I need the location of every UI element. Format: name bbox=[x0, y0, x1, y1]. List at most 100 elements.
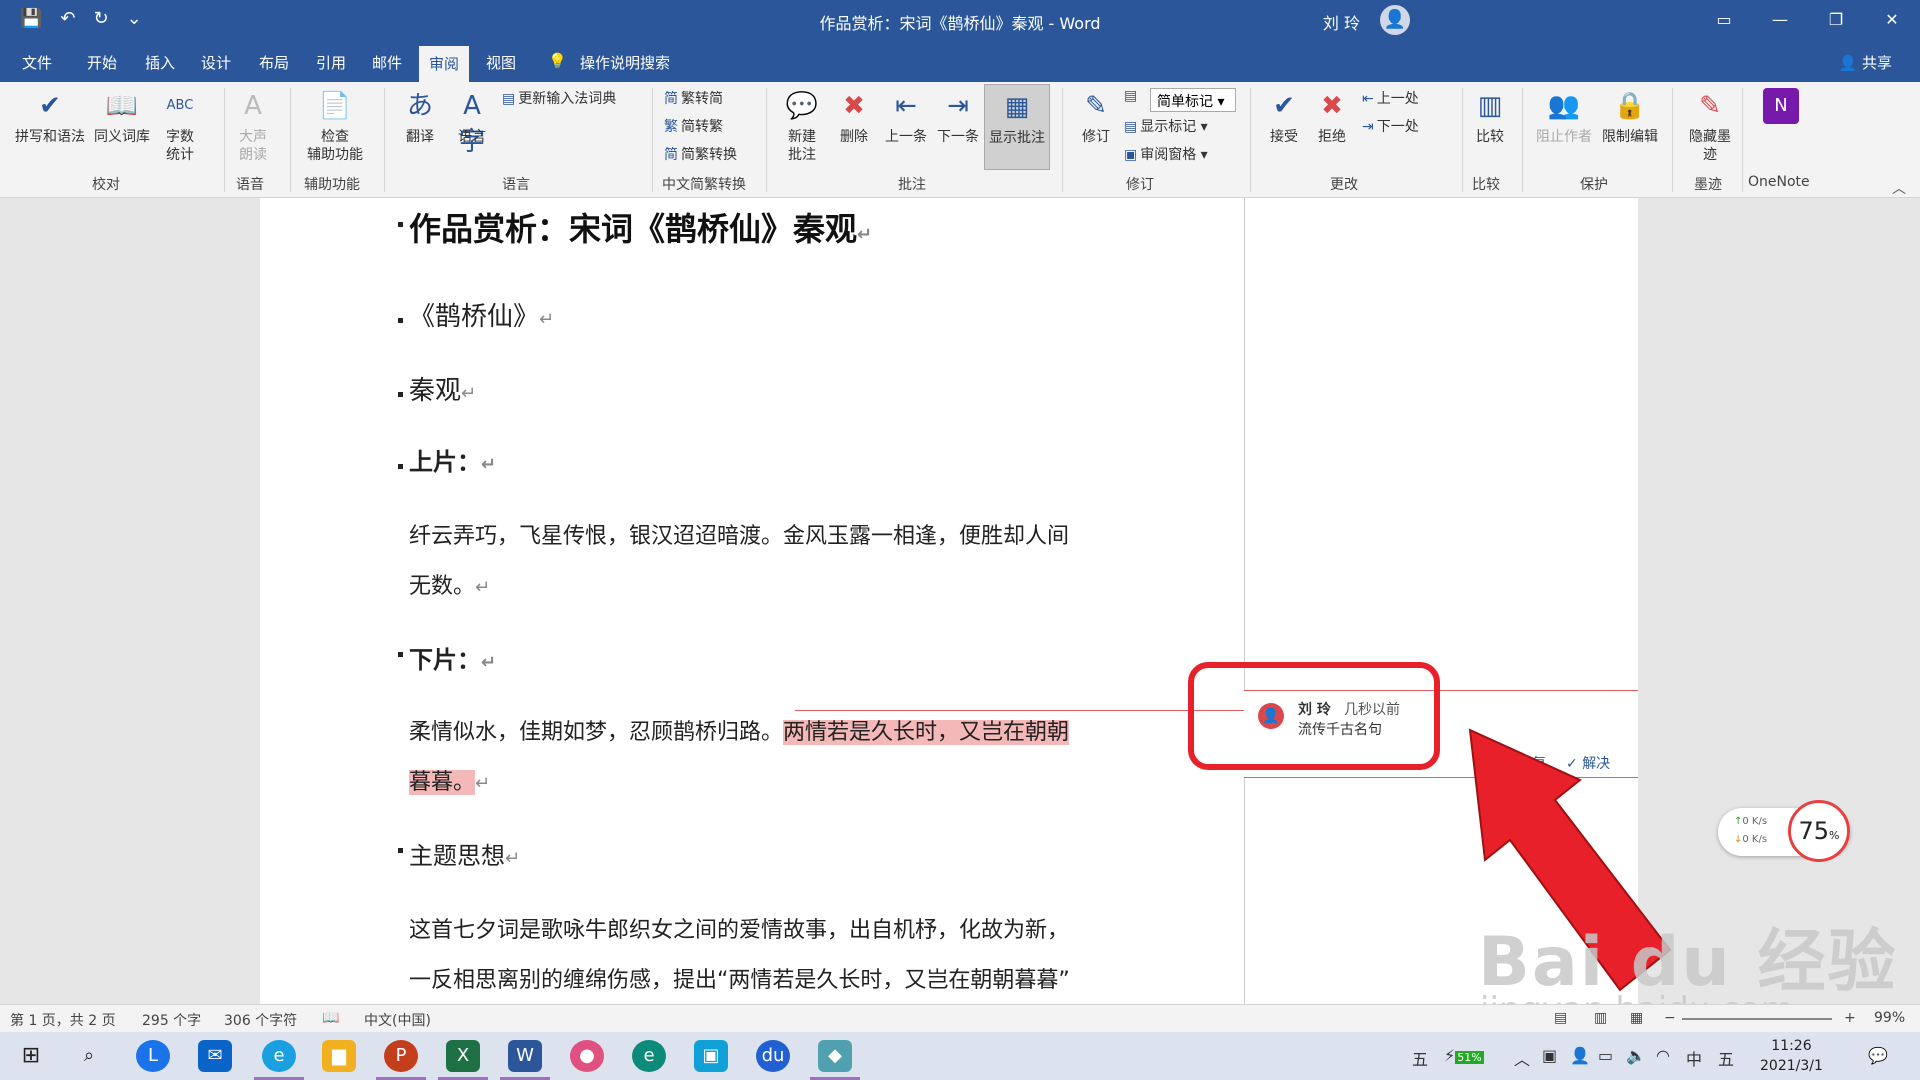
mail-icon[interactable]: ✉ bbox=[198, 1040, 232, 1072]
body-paragraph[interactable]: 暮暮。↵ bbox=[409, 764, 490, 796]
tab-layout[interactable]: 布局 bbox=[259, 52, 289, 73]
restore-icon[interactable]: ❐ bbox=[1808, 0, 1864, 40]
language-button[interactable]: A字 语言 bbox=[448, 88, 496, 157]
reviewing-pane-button[interactable]: ▣ 审阅窗格 ▾ bbox=[1124, 144, 1208, 164]
read-mode-icon[interactable]: ▤ bbox=[1554, 1010, 1567, 1026]
tab-design[interactable]: 设计 bbox=[201, 52, 231, 73]
user-name[interactable]: 刘 玲 bbox=[1323, 10, 1360, 34]
proofing-icon[interactable]: 📖 bbox=[322, 1010, 339, 1026]
tell-me-search[interactable]: 操作说明搜索 bbox=[580, 52, 670, 73]
restrict-editing-button[interactable]: 🔒 限制编辑 bbox=[1598, 88, 1662, 146]
ime-mode[interactable]: 五 bbox=[1412, 1046, 1428, 1070]
zoom-level[interactable]: 99% bbox=[1874, 1010, 1905, 1026]
word-count-button[interactable]: ABC 字数 统计 bbox=[160, 88, 200, 164]
simp-to-trad-button[interactable]: 繁简转繁 bbox=[664, 116, 723, 136]
browser-e-icon[interactable]: e bbox=[262, 1040, 296, 1072]
body-paragraph[interactable]: 纤云弄巧，飞星传恨，银汉迢迢暗渡。金风玉露一相逢，便胜却人间 bbox=[409, 518, 1069, 550]
volume-icon[interactable]: 🔈 bbox=[1626, 1046, 1646, 1065]
delete-comment-button[interactable]: ✖ 删除 bbox=[830, 88, 878, 146]
edge-icon[interactable]: e bbox=[632, 1040, 666, 1072]
zoom-out-icon[interactable]: − bbox=[1664, 1010, 1676, 1026]
track-changes-button[interactable]: ✎ 修订 bbox=[1074, 88, 1118, 146]
tab-mailings[interactable]: 邮件 bbox=[372, 52, 402, 73]
tray-user-icon[interactable]: 👤 bbox=[1570, 1046, 1590, 1065]
zoom-slider[interactable] bbox=[1682, 1018, 1832, 1020]
print-layout-icon[interactable]: ▥ bbox=[1594, 1010, 1607, 1026]
battery-icon[interactable]: ⚡ 51% bbox=[1444, 1046, 1484, 1065]
screenshot-tool-icon[interactable]: ▣ bbox=[694, 1040, 728, 1072]
check-accessibility-button[interactable]: 📄 检查 辅助功能 bbox=[296, 88, 374, 164]
tab-home[interactable]: 开始 bbox=[87, 52, 117, 73]
chinese-conversion-button[interactable]: 简简繁转换 bbox=[664, 144, 737, 164]
char-count[interactable]: 306 个字符 bbox=[224, 1010, 297, 1030]
trad-to-simp-button[interactable]: 简繁转简 bbox=[664, 88, 723, 108]
word-count[interactable]: 295 个字 bbox=[142, 1010, 201, 1030]
memory-gauge[interactable]: 75% bbox=[1788, 800, 1850, 862]
chevron-up-icon[interactable]: ︿ bbox=[1514, 1046, 1530, 1070]
previous-change-button[interactable]: ⇤ 上一处 bbox=[1362, 88, 1419, 108]
web-layout-icon[interactable]: ▦ bbox=[1630, 1010, 1643, 1026]
tab-file[interactable]: 文件 bbox=[22, 52, 52, 73]
thesaurus-button[interactable]: 📖 同义词库 bbox=[90, 88, 154, 146]
share-button[interactable]: 👤 共享 bbox=[1839, 52, 1892, 73]
previous-comment-button[interactable]: ⇤ 上一条 bbox=[882, 88, 930, 146]
ime-input-mode[interactable]: 五 bbox=[1718, 1046, 1734, 1070]
ime-language[interactable]: 中 bbox=[1686, 1046, 1702, 1070]
spelling-grammar-button[interactable]: ✔ 拼写和语法 bbox=[10, 88, 90, 146]
next-comment-button[interactable]: ⇥ 下一条 bbox=[934, 88, 982, 146]
update-ime-dictionary-button[interactable]: ▤ 更新输入法词典 bbox=[502, 88, 616, 108]
accept-button[interactable]: ✔ 接受 bbox=[1262, 88, 1306, 146]
language-status[interactable]: 中文(中国) bbox=[364, 1010, 431, 1030]
author-line[interactable]: 秦观↵ bbox=[409, 370, 476, 407]
system-clock[interactable]: 11:26 2021/3/1 bbox=[1760, 1036, 1823, 1076]
commented-text-highlight[interactable]: 暮暮。 bbox=[409, 770, 476, 795]
translate-button[interactable]: あ翻译 bbox=[396, 88, 444, 146]
heading-theme[interactable]: 主题思想↵ bbox=[409, 836, 520, 871]
user-avatar-icon[interactable]: 👤 bbox=[1380, 5, 1410, 35]
wifi-icon[interactable]: ◠ bbox=[1656, 1046, 1670, 1065]
show-comments-button[interactable]: ▦ 显示批注 bbox=[984, 84, 1050, 170]
page-count[interactable]: 第 1 页，共 2 页 bbox=[10, 1010, 116, 1030]
body-paragraph[interactable]: 这首七夕词是歌咏牛郎织女之间的爱情故事，出自机杼，化故为新， bbox=[409, 912, 1069, 944]
color-app-icon[interactable]: ● bbox=[570, 1040, 604, 1072]
body-paragraph[interactable]: 无数。↵ bbox=[409, 568, 490, 600]
next-change-button[interactable]: ⇥ 下一处 bbox=[1362, 116, 1419, 136]
tab-review[interactable]: 审阅 bbox=[419, 46, 470, 82]
tab-insert[interactable]: 插入 bbox=[145, 52, 175, 73]
ribbon-display-options-icon[interactable]: ▭ bbox=[1696, 0, 1752, 40]
compare-button[interactable]: ▥ 比较 bbox=[1468, 88, 1512, 146]
file-explorer-icon[interactable]: ▆ bbox=[322, 1040, 356, 1072]
heading-lower[interactable]: 下片：↵ bbox=[409, 640, 496, 675]
commented-text-highlight[interactable]: 两情若是久长时，又岂在朝朝 bbox=[783, 720, 1070, 745]
tray-battery-icon[interactable]: ▭ bbox=[1598, 1046, 1613, 1065]
document-title[interactable]: 作品赏析：宋词《鹊桥仙》秦观↵ bbox=[409, 204, 872, 250]
reject-button[interactable]: ✖ 拒绝 bbox=[1310, 88, 1354, 146]
new-comment-button[interactable]: 💬 新建 批注 bbox=[778, 88, 826, 164]
block-authors-button[interactable]: 👥 阻止作者 bbox=[1532, 88, 1596, 146]
notification-icon[interactable]: 💬 bbox=[1868, 1046, 1888, 1065]
search-icon[interactable]: ⌕ bbox=[72, 1040, 106, 1072]
tab-references[interactable]: 引用 bbox=[316, 52, 346, 73]
close-icon[interactable]: ✕ bbox=[1864, 0, 1920, 40]
body-paragraph[interactable]: 柔情似水，佳期如梦，忍顾鹊桥归路。两情若是久长时，又岂在朝朝 bbox=[409, 714, 1070, 746]
word-icon[interactable]: W bbox=[508, 1040, 542, 1072]
minimize-icon[interactable]: — bbox=[1752, 0, 1808, 40]
show-markup-button[interactable]: ▤ 显示标记 ▾ bbox=[1124, 116, 1208, 136]
document-page[interactable] bbox=[260, 198, 1244, 1004]
baidu-icon[interactable]: du bbox=[756, 1040, 790, 1072]
start-icon[interactable]: ⊞ bbox=[14, 1040, 48, 1072]
markup-select[interactable]: 简单标记 ▾ bbox=[1150, 88, 1236, 112]
collapse-ribbon-icon[interactable]: ︿ bbox=[1892, 178, 1906, 198]
app-l-icon[interactable]: L bbox=[136, 1040, 170, 1072]
hide-ink-button[interactable]: ✎ 隐藏墨 迹 bbox=[1684, 88, 1736, 164]
read-aloud-button[interactable]: A 大声 朗读 bbox=[232, 88, 274, 164]
heading-upper[interactable]: 上片：↵ bbox=[409, 442, 496, 477]
tab-view[interactable]: 视图 bbox=[486, 52, 516, 73]
powerpoint-icon[interactable]: P bbox=[384, 1040, 418, 1072]
onenote-button[interactable]: N bbox=[1756, 88, 1806, 128]
poem-title[interactable]: 《鹊桥仙》↵ bbox=[409, 296, 554, 333]
excel-icon[interactable]: X bbox=[446, 1040, 480, 1072]
app-icon[interactable]: ◆ bbox=[818, 1040, 852, 1072]
zoom-in-icon[interactable]: + bbox=[1844, 1010, 1856, 1026]
tray-app-icon[interactable]: ▣ bbox=[1542, 1046, 1557, 1065]
